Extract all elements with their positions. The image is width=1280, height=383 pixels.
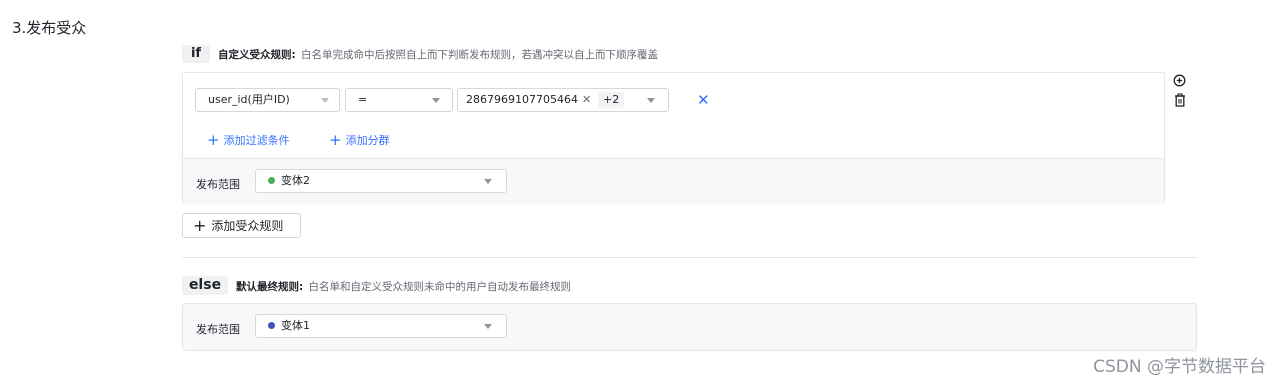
watermark: CSDN @字节数据平台 (1093, 357, 1266, 377)
divider (182, 257, 1198, 258)
plus-icon: + (193, 216, 207, 235)
chip-close-icon[interactable]: ✕ (582, 93, 591, 106)
if-keyword-tag: if (182, 45, 210, 63)
add-group-button[interactable]: + 添加分群 (329, 131, 390, 149)
add-audience-rule-button[interactable]: + 添加受众规则 (182, 213, 301, 238)
scope-select-value: 变体1 (281, 319, 310, 332)
field-select-value: user_id(用户ID) (208, 93, 290, 106)
value-chip-label: 2867969107705464 (466, 93, 578, 106)
trash-icon[interactable] (1174, 93, 1186, 111)
close-icon[interactable]: ✕ (697, 88, 710, 112)
section-title: 3.发布受众 (12, 19, 87, 37)
else-rule-description: 默认最终规则: 白名单和自定义受众规则未命中的用户自动发布最终规则 (236, 279, 571, 294)
if-scope-area: 发布范围 变体2 (183, 158, 1164, 204)
chevron-down-icon (432, 98, 440, 103)
if-rule-desc-title: 自定义受众规则: (218, 49, 296, 61)
if-rule-desc-text: 白名单完成命中后按照自上而下判断发布规则，若遇冲突以自上而下顺序覆盖 (301, 49, 659, 61)
chevron-down-icon (484, 324, 492, 329)
add-rule-label: 添加受众规则 (211, 219, 284, 233)
plus-icon: + (207, 131, 220, 149)
value-multiselect[interactable]: 2867969107705464 ✕ +2 (457, 88, 669, 112)
variant-dot-icon (268, 322, 275, 329)
condition-row: user_id(用户ID) = 2867969107705464 ✕ +2 ✕ (195, 88, 1155, 112)
plus-icon: + (329, 131, 342, 149)
more-values-badge: +2 (598, 92, 625, 108)
if-rule-box: user_id(用户ID) = 2867969107705464 ✕ +2 ✕ +… (182, 72, 1165, 204)
scope-select[interactable]: 变体2 (255, 169, 507, 193)
add-group-label: 添加分群 (345, 134, 390, 147)
chevron-down-icon (321, 98, 329, 103)
chevron-down-icon (647, 98, 655, 103)
if-rule-description: 自定义受众规则: 白名单完成命中后按照自上而下判断发布规则，若遇冲突以自上而下顺… (218, 47, 658, 62)
add-filter-label: 添加过滤条件 (223, 134, 290, 147)
plus-circle-icon[interactable] (1173, 74, 1186, 91)
scope-label: 发布范围 (196, 178, 240, 191)
scope-select[interactable]: 变体1 (255, 314, 507, 338)
field-select[interactable]: user_id(用户ID) (195, 88, 340, 112)
variant-dot-icon (268, 177, 275, 184)
scope-select-value: 变体2 (281, 174, 310, 187)
else-scope-area: 发布范围 变体1 (182, 303, 1197, 351)
value-chip: 2867969107705464 ✕ (463, 92, 594, 108)
chevron-down-icon (484, 179, 492, 184)
scope-label: 发布范围 (196, 323, 240, 336)
operator-select-value: = (358, 93, 368, 106)
operator-select[interactable]: = (345, 88, 453, 112)
else-rule-desc-text: 白名单和自定义受众规则未命中的用户自动发布最终规则 (308, 281, 572, 293)
else-rule-desc-title: 默认最终规则: (236, 281, 304, 293)
else-keyword-tag: else (182, 276, 228, 295)
add-filter-button[interactable]: + 添加过滤条件 (207, 131, 290, 149)
